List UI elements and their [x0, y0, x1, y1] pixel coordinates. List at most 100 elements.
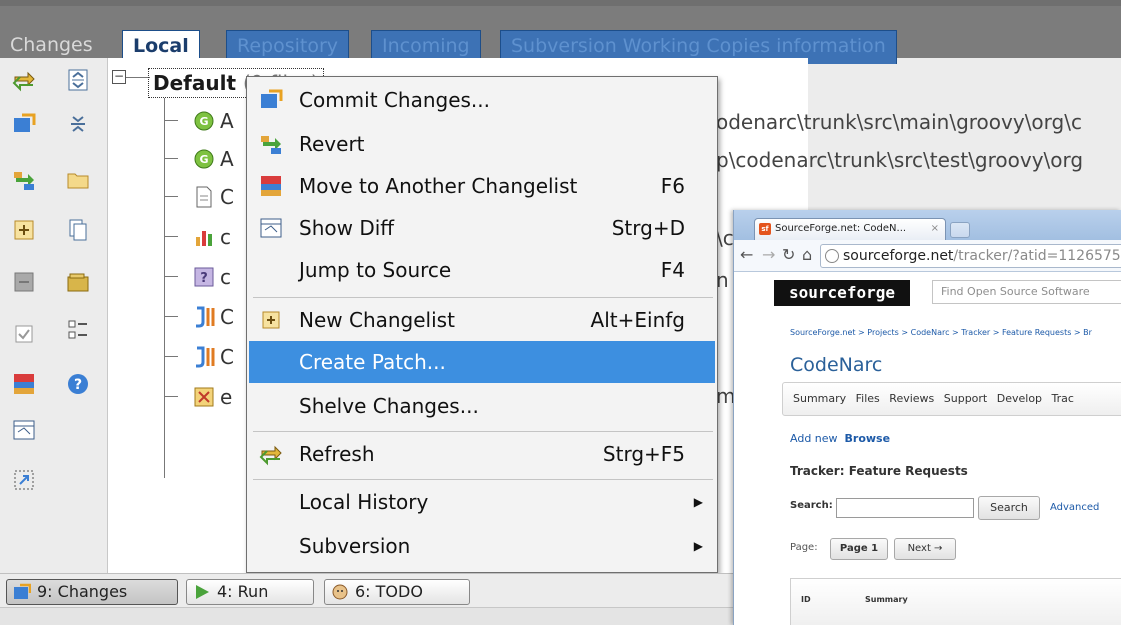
browser-toolbar: ← → ↻ ⌂ sourceforge.net/tracker/?atid=11…	[734, 240, 1121, 272]
back-icon[interactable]: ←	[740, 245, 753, 264]
context-menu: Commit Changes... Revert Move to Another…	[246, 76, 718, 573]
tree-connector	[126, 77, 150, 78]
refresh-icon	[259, 445, 282, 466]
expand-all-icon[interactable]	[66, 68, 90, 92]
new-changelist-icon[interactable]	[12, 218, 36, 242]
changes-toolbar: ?	[0, 58, 108, 573]
file-name: A	[220, 109, 234, 133]
browser-tabstrip: sf SourceForge.net: CodeN... ×	[734, 210, 1121, 240]
tree-connector	[164, 98, 165, 478]
svg-text:?: ?	[74, 377, 82, 393]
folder-icon[interactable]	[66, 168, 90, 192]
menu-item-new-changelist[interactable]: New Changelist Alt+Einfg	[249, 299, 715, 341]
menu-item-shortcut: Strg+F5	[602, 442, 685, 466]
group-by-icon[interactable]	[66, 318, 90, 342]
menu-item-jump-to-source[interactable]: Jump to Source F4	[249, 249, 715, 291]
address-bar[interactable]: sourceforge.net/tracker/?atid=1126575&g	[820, 244, 1121, 268]
revert-icon[interactable]	[12, 168, 36, 192]
tool-tab-run[interactable]: 4: Run	[186, 579, 314, 605]
menu-item-shortcut: Strg+D	[611, 216, 685, 240]
tool-tab-changes[interactable]: 9: Changes	[6, 579, 178, 605]
file-name: C	[220, 345, 234, 369]
new-tab-button[interactable]	[950, 222, 970, 238]
menu-item-create-patch[interactable]: Create Patch...	[249, 341, 715, 383]
collapse-all-icon[interactable]	[66, 112, 90, 136]
groovy-icon: G	[194, 111, 214, 131]
menu-item-local-history[interactable]: Local History ▶	[249, 481, 715, 523]
site-search-input[interactable]: Find Open Source Software	[932, 280, 1121, 304]
browser-window: sf SourceForge.net: CodeN... × ← → ↻ ⌂ s…	[733, 210, 1121, 625]
browse-link[interactable]: Browse	[845, 432, 891, 445]
advanced-link[interactable]: Advanced	[1050, 502, 1099, 513]
menu-item-label: Refresh	[299, 442, 375, 466]
project-nav[interactable]: Summary Files Reviews Support Develop Tr…	[782, 382, 1121, 416]
url-host: sourceforge.net	[843, 248, 954, 264]
site-header: sourceforge Find Open Source Software	[734, 272, 1121, 312]
menu-item-label: Create Patch...	[299, 350, 446, 374]
file-name: c	[220, 265, 231, 289]
file-name: C	[220, 305, 234, 329]
expand-dialog-icon[interactable]	[12, 468, 36, 492]
menu-separator	[253, 431, 713, 432]
collapse-toggle-icon[interactable]: −	[112, 70, 126, 84]
project-title[interactable]: CodeNarc	[790, 354, 882, 376]
tool-tab-label: 9: Changes	[37, 582, 128, 601]
menu-item-shortcut: Alt+Einfg	[590, 308, 685, 332]
file-name: C	[220, 185, 234, 209]
refresh-icon[interactable]	[12, 68, 36, 92]
changelist-name: Default	[153, 71, 237, 95]
tracker-actions: Add new Browse	[790, 432, 890, 445]
add-new-link[interactable]: Add new	[790, 432, 838, 445]
help-icon[interactable]: ?	[66, 372, 90, 396]
menu-item-move-to-another-changelist[interactable]: Move to Another Changelist F6	[249, 165, 715, 207]
menu-item-label: Move to Another Changelist	[299, 174, 578, 198]
submenu-arrow-icon: ▶	[693, 495, 703, 509]
tracker-search-input[interactable]	[836, 498, 974, 518]
move-changelist-icon[interactable]	[12, 372, 36, 396]
results-table-header: ID Summary	[790, 578, 1121, 625]
reload-icon[interactable]: ↻	[782, 245, 795, 264]
copy-icon[interactable]	[66, 218, 90, 242]
sourceforge-logo[interactable]: sourceforge	[774, 280, 910, 306]
page-1-button[interactable]: Page 1	[830, 538, 888, 560]
file-name: A	[220, 147, 234, 171]
forward-icon[interactable]: →	[762, 245, 775, 264]
run-icon	[196, 585, 209, 599]
menu-item-shortcut: F6	[660, 174, 685, 198]
next-page-button[interactable]: Next →	[894, 538, 956, 560]
menu-item-commit-changes[interactable]: Commit Changes...	[249, 79, 715, 121]
commit-icon[interactable]	[12, 112, 36, 136]
column-header-summary[interactable]: Summary	[865, 595, 908, 604]
menu-item-label: Subversion	[299, 534, 411, 558]
browser-tab[interactable]: sf SourceForge.net: CodeN... ×	[754, 218, 946, 240]
diff-icon[interactable]	[12, 418, 36, 442]
menu-item-show-diff[interactable]: Show Diff Strg+D	[249, 207, 715, 249]
tool-tab-label: 4: Run	[217, 582, 269, 601]
home-icon[interactable]: ⌂	[802, 245, 812, 264]
search-button[interactable]: Search	[978, 496, 1040, 520]
breadcrumb[interactable]: SourceForge.net > Projects > CodeNarc > …	[790, 328, 1092, 337]
tool-tab-todo[interactable]: 6: TODO	[324, 579, 470, 605]
tool-window-header: Changes Local Repository Incoming Subver…	[0, 6, 1121, 64]
changes-icon	[14, 583, 31, 599]
file-name: e	[220, 385, 233, 409]
close-tab-icon[interactable]: ×	[931, 219, 939, 239]
file-path: odenarc\trunk\src\main\groovy\org\c	[716, 110, 1082, 134]
remove-changelist-icon[interactable]	[12, 270, 36, 294]
menu-item-revert[interactable]: Revert	[249, 123, 715, 165]
file-path: p\codenarc\trunk\src\test\groovy\org	[716, 148, 1084, 172]
column-header-id[interactable]: ID	[801, 595, 811, 604]
menu-separator	[253, 297, 713, 298]
unknown-file-icon: ?	[194, 267, 214, 287]
menu-item-refresh[interactable]: Refresh Strg+F5	[249, 433, 715, 475]
browser-tab-title: SourceForge.net: CodeN...	[775, 223, 907, 234]
menu-item-label: Commit Changes...	[299, 88, 490, 112]
folder-group-icon[interactable]	[66, 270, 90, 294]
menu-item-subversion[interactable]: Subversion ▶	[249, 525, 715, 567]
sourceforge-favicon-icon: sf	[759, 223, 771, 235]
menu-item-shelve-changes[interactable]: Shelve Changes...	[249, 385, 715, 427]
svg-text:?: ?	[200, 271, 208, 286]
groovy-icon: G	[194, 149, 214, 169]
checkbox-icon[interactable]	[12, 322, 36, 346]
page-label: Page:	[790, 542, 818, 553]
